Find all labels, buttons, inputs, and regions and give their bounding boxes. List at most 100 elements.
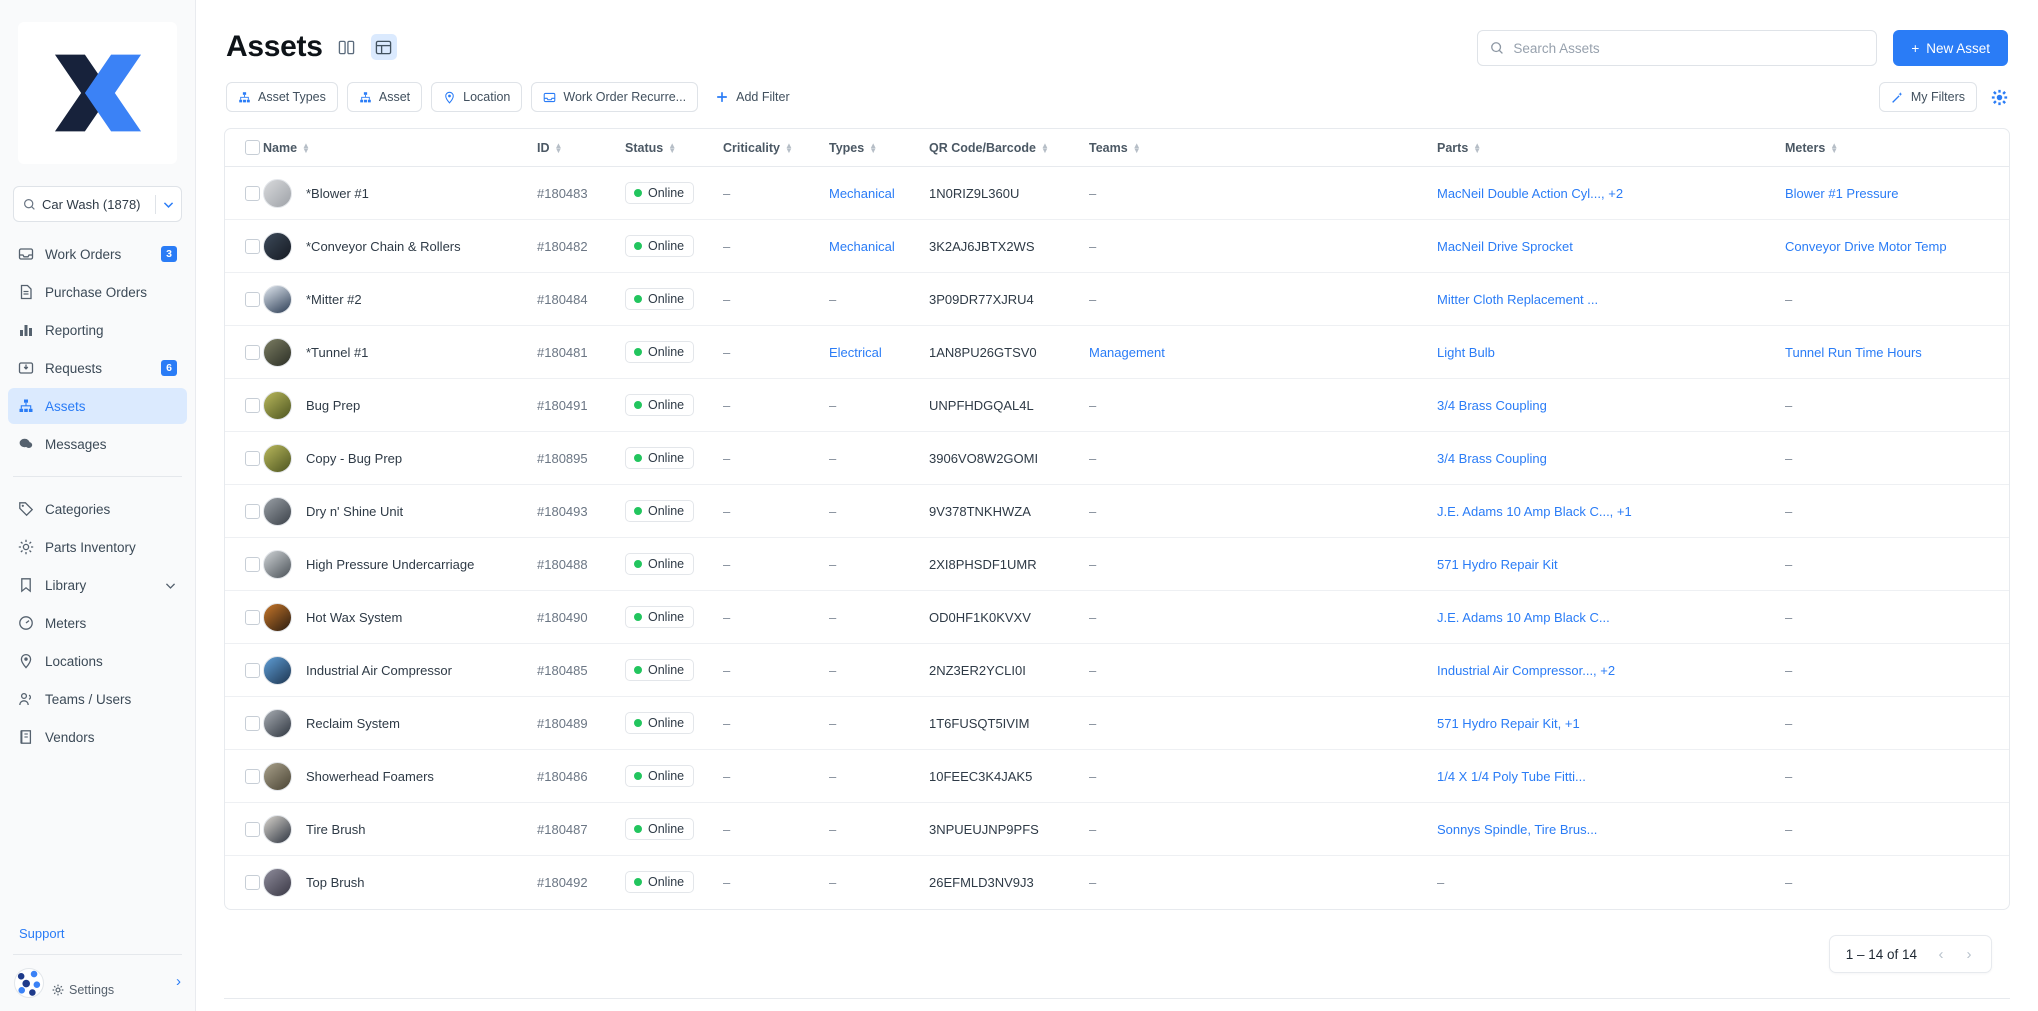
table-row[interactable]: Showerhead Foamers #180486 Online – – 10FEEC3… xyxy=(225,750,2009,803)
filter-chip-asset-types[interactable]: Asset Types xyxy=(226,82,338,112)
cell-name[interactable]: Reclaim System xyxy=(263,697,537,750)
row-checkbox[interactable] xyxy=(245,715,260,731)
sidebar-item-teams-users[interactable]: Teams / Users xyxy=(8,681,187,717)
row-checkbox[interactable] xyxy=(245,397,260,413)
gear-icon[interactable] xyxy=(1991,89,2008,106)
row-checkbox[interactable] xyxy=(245,344,260,360)
row-checkbox[interactable] xyxy=(245,768,260,784)
cell-parts[interactable]: 3/4 Brass Coupling xyxy=(1437,379,1785,432)
cell-name[interactable]: Tire Brush xyxy=(263,803,537,856)
row-checkbox[interactable] xyxy=(245,662,260,678)
cell-name[interactable]: Industrial Air Compressor xyxy=(263,644,537,697)
cell-parts[interactable]: Light Bulb xyxy=(1437,326,1785,379)
sort-icon[interactable]: ▲ ▼ xyxy=(785,141,793,154)
column-header-criticality[interactable]: Criticality ▲ ▼ xyxy=(723,129,829,167)
sidebar-item-library[interactable]: Library xyxy=(8,567,187,603)
chevron-right-icon[interactable]: › xyxy=(1957,942,1981,966)
column-header-name[interactable]: Name ▲ ▼ xyxy=(263,129,537,167)
sidebar-item-messages[interactable]: Messages xyxy=(8,426,187,462)
row-checkbox[interactable] xyxy=(245,450,260,466)
cell-parts[interactable]: 571 Hydro Repair Kit xyxy=(1437,538,1785,591)
cell-parts[interactable]: MacNeil Double Action Cyl..., +2 xyxy=(1437,167,1785,220)
chevron-left-icon[interactable]: ‹ xyxy=(1929,942,1953,966)
sort-icon[interactable]: ▲ ▼ xyxy=(1133,141,1141,154)
cell-meters[interactable]: Blower #1 Pressure xyxy=(1785,167,2009,220)
sort-icon[interactable]: ▲ ▼ xyxy=(1473,141,1481,154)
cell-name[interactable]: Copy - Bug Prep xyxy=(263,432,537,485)
cell-parts[interactable]: 1/4 X 1/4 Poly Tube Fitti... xyxy=(1437,750,1785,803)
cell-types[interactable]: Electrical xyxy=(829,326,929,379)
row-checkbox[interactable] xyxy=(245,185,260,201)
sidebar-item-requests[interactable]: Requests 6 xyxy=(8,350,187,386)
sort-icon[interactable]: ▲ ▼ xyxy=(302,141,310,154)
cell-name[interactable]: *Conveyor Chain & Rollers xyxy=(263,220,537,273)
app-logo[interactable] xyxy=(18,22,177,164)
filter-chip-work-order-recurrence[interactable]: Work Order Recurre... xyxy=(531,82,699,112)
row-checkbox[interactable] xyxy=(245,821,260,837)
table-row[interactable]: Bug Prep #180491 Online – – UNPFHDGQAL4L – 3/4 … xyxy=(225,379,2009,432)
cell-name[interactable]: *Tunnel #1 xyxy=(263,326,537,379)
table-row[interactable]: Reclaim System #180489 Online – – 1T6FUSQT5IV… xyxy=(225,697,2009,750)
cell-parts[interactable]: J.E. Adams 10 Amp Black C..., +1 xyxy=(1437,485,1785,538)
cell-name[interactable]: *Mitter #2 xyxy=(263,273,537,326)
row-checkbox[interactable] xyxy=(245,874,260,890)
cell-name[interactable]: High Pressure Undercarriage xyxy=(263,538,537,591)
sidebar-item-categories[interactable]: Categories xyxy=(8,491,187,527)
row-checkbox[interactable] xyxy=(245,291,260,307)
cell-meters[interactable]: Conveyor Drive Motor Temp xyxy=(1785,220,2009,273)
table-view-icon[interactable] xyxy=(370,34,397,60)
cell-name[interactable]: Hot Wax System xyxy=(263,591,537,644)
table-row[interactable]: Hot Wax System #180490 Online – – OD0HF1K0KVX… xyxy=(225,591,2009,644)
cell-types[interactable]: Mechanical xyxy=(829,220,929,273)
my-filters-button[interactable]: My Filters xyxy=(1878,82,1977,112)
cell-name[interactable]: Bug Prep xyxy=(263,379,537,432)
cell-parts[interactable]: 3/4 Brass Coupling xyxy=(1437,432,1785,485)
row-checkbox[interactable] xyxy=(245,609,260,625)
chevron-right-icon[interactable]: › xyxy=(176,973,181,990)
sidebar-item-assets[interactable]: Assets xyxy=(8,388,187,424)
table-row[interactable]: Dry n' Shine Unit #180493 Online – – 9V378TNK… xyxy=(225,485,2009,538)
table-row[interactable]: Top Brush #180492 Online – – 26EFMLD3NV9J3 – – – xyxy=(225,856,2009,909)
row-checkbox[interactable] xyxy=(245,556,260,572)
row-checkbox[interactable] xyxy=(245,503,260,519)
sidebar-item-vendors[interactable]: Vendors xyxy=(8,719,187,755)
cell-types[interactable]: Mechanical xyxy=(829,167,929,220)
settings-entry[interactable]: Settings xyxy=(52,983,114,997)
row-checkbox[interactable] xyxy=(245,238,260,254)
sidebar-item-work-orders[interactable]: Work Orders 3 xyxy=(8,236,187,272)
table-row[interactable]: Tire Brush #180487 Online – – 3NPUEUJNP9PFS – S… xyxy=(225,803,2009,856)
sort-icon[interactable]: ▲ ▼ xyxy=(668,141,676,154)
support-link[interactable]: Support xyxy=(9,922,75,945)
sidebar-item-meters[interactable]: Meters xyxy=(8,605,187,641)
cell-parts[interactable]: 571 Hydro Repair Kit, +1 xyxy=(1437,697,1785,750)
cell-parts[interactable]: Mitter Cloth Replacement ... xyxy=(1437,273,1785,326)
column-header-id[interactable]: ID ▲ ▼ xyxy=(537,129,625,167)
table-row[interactable]: High Pressure Undercarriage #180488 Online… xyxy=(225,538,2009,591)
column-header-meters[interactable]: Meters ▲ ▼ xyxy=(1785,129,2009,167)
search-input[interactable] xyxy=(1513,40,1865,56)
profile-settings-row[interactable]: Settings › xyxy=(0,955,195,1011)
cell-meters[interactable]: Tunnel Run Time Hours xyxy=(1785,326,2009,379)
column-header-status[interactable]: Status ▲ ▼ xyxy=(625,129,723,167)
column-header-types[interactable]: Types ▲ ▼ xyxy=(829,129,929,167)
new-asset-button[interactable]: + New Asset xyxy=(1893,30,2008,66)
table-row[interactable]: Copy - Bug Prep #180895 Online – – 3906VO8W2G… xyxy=(225,432,2009,485)
cell-name[interactable]: *Blower #1 xyxy=(263,167,537,220)
sort-icon[interactable]: ▲ ▼ xyxy=(1041,141,1049,154)
sidebar-item-parts-inventory[interactable]: Parts Inventory xyxy=(8,529,187,565)
table-row[interactable]: *Tunnel #1 #180481 Online – Electrical 1AN8PU… xyxy=(225,326,2009,379)
cell-parts[interactable]: MacNeil Drive Sprocket xyxy=(1437,220,1785,273)
column-header-parts[interactable]: Parts ▲ ▼ xyxy=(1437,129,1785,167)
cell-teams[interactable]: Management xyxy=(1089,326,1437,379)
sort-icon[interactable]: ▲ ▼ xyxy=(869,141,877,154)
column-header-qr-code[interactable]: QR Code/Barcode ▲ ▼ xyxy=(929,129,1089,167)
sidebar-item-locations[interactable]: Locations xyxy=(8,643,187,679)
sidebar-item-reporting[interactable]: Reporting xyxy=(8,312,187,348)
search-assets-box[interactable] xyxy=(1477,30,1878,66)
cell-parts[interactable]: Industrial Air Compressor..., +2 xyxy=(1437,644,1785,697)
filter-chip-asset[interactable]: Asset xyxy=(346,82,423,112)
sort-icon[interactable]: ▲ ▼ xyxy=(555,141,563,154)
cell-name[interactable]: Showerhead Foamers xyxy=(263,750,537,803)
table-row[interactable]: Industrial Air Compressor #180485 Online – –… xyxy=(225,644,2009,697)
add-filter-button[interactable]: Add Filter xyxy=(707,82,798,112)
